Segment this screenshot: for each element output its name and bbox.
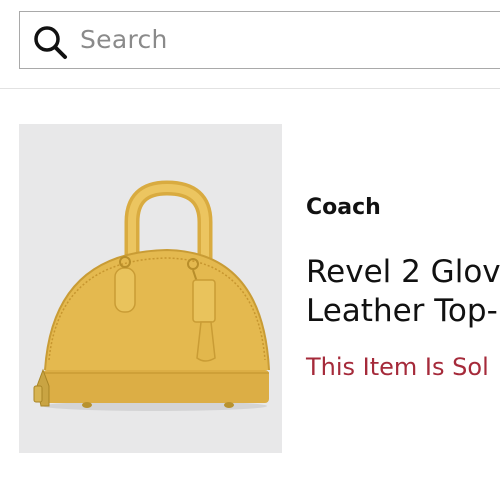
- search-input[interactable]: Search: [80, 24, 168, 56]
- header-divider: [0, 88, 500, 89]
- product-brand[interactable]: Coach: [306, 193, 381, 223]
- search-icon[interactable]: [30, 22, 70, 62]
- product-image[interactable]: [19, 124, 282, 453]
- product-title[interactable]: Revel 2 Glov Leather Top-: [306, 253, 500, 331]
- product-title-line: Leather Top-: [306, 293, 498, 329]
- product-page: Search Coach Revel 2 Glov Leather Top- T…: [0, 0, 500, 500]
- search-bar[interactable]: Search: [19, 11, 500, 69]
- product-title-line: Revel 2 Glov: [306, 254, 500, 290]
- sold-out-status: This Item Is Sol: [306, 353, 489, 381]
